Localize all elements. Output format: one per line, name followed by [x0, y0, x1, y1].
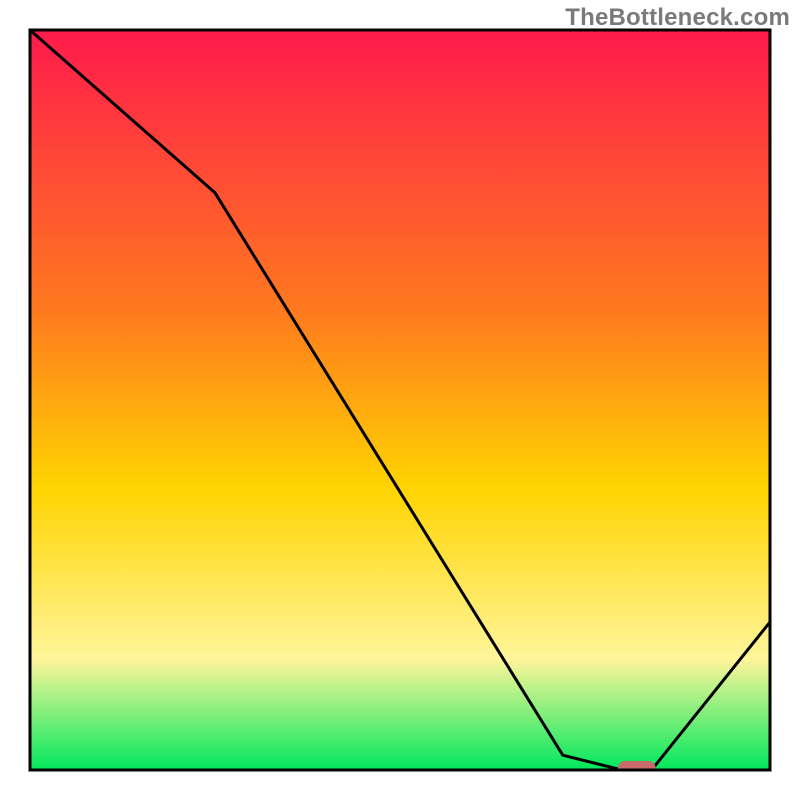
bottleneck-chart	[0, 0, 800, 800]
plot-gradient	[30, 30, 770, 770]
chart-stage: TheBottleneck.com	[0, 0, 800, 800]
